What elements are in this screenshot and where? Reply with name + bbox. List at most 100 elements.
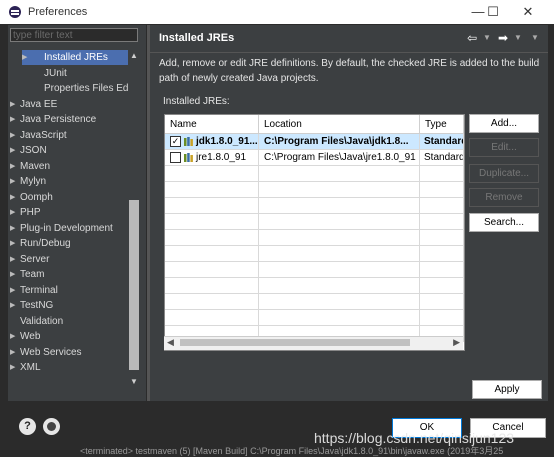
expand-arrow-icon[interactable]: ▶ <box>10 345 19 360</box>
column-header-type[interactable]: Type <box>420 115 464 134</box>
tree-item-label: Java EE <box>20 98 58 110</box>
page-header: Installed JREs ⇦ ▼ ➡ ▼ ▼ <box>150 25 548 53</box>
expand-arrow-icon[interactable]: ▶ <box>10 190 19 205</box>
tree-item[interactable]: ▶ Java EE <box>10 97 128 112</box>
help-icon[interactable]: ? <box>19 418 36 435</box>
remove-button[interactable]: Remove <box>469 188 539 207</box>
tree-item[interactable]: ▶ PHP <box>10 205 128 220</box>
empty-cell <box>165 246 259 261</box>
tree-item[interactable]: ▶ XML <box>10 360 128 375</box>
filter-input[interactable]: type filter text <box>10 28 138 42</box>
tree-item-label: Plug-in Development <box>20 222 113 234</box>
tree-item[interactable]: ▶ Run/Debug <box>10 236 128 251</box>
jre-location-cell: C:\Program Files\Java\jdk1.8... <box>259 134 420 149</box>
expand-arrow-icon[interactable]: ▶ <box>10 360 19 375</box>
expand-arrow-icon[interactable]: ▶ <box>10 159 19 174</box>
tree-item[interactable]: ▶ Maven <box>10 159 128 174</box>
tree-item[interactable]: ▶ Installed JREs <box>22 50 128 65</box>
expand-arrow-icon[interactable]: ▶ <box>10 252 19 267</box>
empty-cell <box>259 182 420 197</box>
back-menu-icon[interactable]: ▼ <box>483 33 491 42</box>
tree-item-label: Web Services <box>20 346 82 358</box>
empty-table-row <box>165 294 464 310</box>
tree-item[interactable]: ▶ Oomph <box>10 190 128 205</box>
empty-cell <box>420 182 464 197</box>
tree-item-label: Run/Debug <box>20 238 71 249</box>
tree-scroll-thumb[interactable] <box>129 200 139 370</box>
tree-item[interactable]: Properties Files Ed <box>22 81 128 96</box>
tree-item[interactable]: ▶ Mylyn <box>10 174 128 189</box>
page-menu-icon[interactable]: ▼ <box>531 33 539 42</box>
tree-item[interactable]: ▶ Team <box>10 267 128 282</box>
jre-name-cell: ✓ jdk1.8.0_91... <box>165 134 259 149</box>
search-button[interactable]: Search... <box>469 213 539 232</box>
installed-jres-label: Installed JREs: <box>163 96 230 107</box>
tree-item[interactable]: ▶ Plug-in Development <box>10 221 128 236</box>
empty-cell <box>420 310 464 325</box>
tree-item-label: Java Persistence <box>20 114 97 125</box>
expand-arrow-icon[interactable]: ▶ <box>10 221 19 236</box>
title-bar: Preferences — ☐ ✕ <box>0 0 554 24</box>
tree-item[interactable]: JUnit <box>22 66 128 81</box>
column-header-name[interactable]: Name <box>165 115 259 134</box>
tree-item[interactable]: ▶ Web Services <box>10 345 128 360</box>
tree-item[interactable]: Validation <box>10 314 128 329</box>
scroll-right-icon[interactable]: ▶ <box>453 337 460 348</box>
tree-item[interactable]: ▶ Web <box>10 329 128 344</box>
apply-button[interactable]: Apply <box>472 380 542 399</box>
jre-checkbox[interactable]: ✓ <box>170 136 181 147</box>
tree-item-label: Terminal <box>20 284 58 296</box>
tree-item[interactable]: ▶ JavaScript <box>10 128 128 143</box>
tree-item[interactable]: ▶ Terminal <box>10 283 128 298</box>
expand-arrow-icon[interactable]: ▶ <box>10 174 19 189</box>
empty-table-row <box>165 310 464 326</box>
table-row[interactable]: jre1.8.0_91 C:\Program Files\Java\jre1.8.… <box>165 150 464 166</box>
tree-item-label: Validation <box>20 315 64 327</box>
expand-arrow-icon[interactable]: ▶ <box>10 283 19 298</box>
tree-item[interactable]: ▶ TestNG <box>10 298 128 313</box>
expand-arrow-icon[interactable]: ▶ <box>10 236 19 251</box>
scroll-down-icon[interactable]: ▼ <box>128 376 140 388</box>
empty-cell <box>165 294 259 309</box>
jre-type-cell: Standard <box>420 134 464 149</box>
expand-arrow-icon[interactable]: ▶ <box>10 112 19 127</box>
forward-arrow-icon[interactable]: ➡ <box>498 31 508 45</box>
add-button[interactable]: Add... <box>469 114 539 133</box>
empty-cell <box>165 310 259 325</box>
tree-item[interactable]: ▶ JSON <box>10 143 128 158</box>
forward-menu-icon[interactable]: ▼ <box>514 33 522 42</box>
tree-horizontal-scrollbar[interactable] <box>8 391 146 401</box>
tree-item[interactable]: ▶ Java Persistence <box>10 112 128 127</box>
close-button[interactable]: ✕ <box>510 0 546 24</box>
column-header-location[interactable]: Location <box>259 115 420 134</box>
expand-arrow-icon[interactable]: ▶ <box>10 329 19 344</box>
expand-arrow-icon[interactable]: ▶ <box>22 50 31 65</box>
expand-arrow-icon[interactable]: ▶ <box>10 143 19 158</box>
jre-checkbox[interactable] <box>170 152 181 163</box>
empty-cell <box>259 246 420 261</box>
empty-cell <box>420 230 464 245</box>
expand-arrow-icon[interactable]: ▶ <box>10 97 19 112</box>
jre-table[interactable]: Name Location Type ✓ jdk1.8.0_91... C:\Pro… <box>164 114 465 351</box>
table-scroll-thumb[interactable] <box>180 339 410 346</box>
scroll-left-icon[interactable]: ◀ <box>167 337 174 348</box>
maximize-button[interactable]: ☐ <box>475 0 511 24</box>
empty-table-row <box>165 166 464 182</box>
watermark-text: https://blog.csdn.net/qinsijun123 <box>314 430 515 446</box>
expand-arrow-icon[interactable]: ▶ <box>10 205 19 220</box>
duplicate-button[interactable]: Duplicate... <box>469 164 539 183</box>
table-row[interactable]: ✓ jdk1.8.0_91... C:\Program Files\Java\jdk… <box>165 134 464 150</box>
expand-arrow-icon[interactable]: ▶ <box>10 298 19 313</box>
empty-cell <box>420 294 464 309</box>
expand-arrow-icon[interactable]: ▶ <box>10 128 19 143</box>
scroll-up-icon[interactable]: ▲ <box>128 50 140 62</box>
tree-item[interactable]: ▶ Server <box>10 252 128 267</box>
import-export-icon[interactable] <box>43 418 60 435</box>
empty-cell <box>259 262 420 277</box>
back-arrow-icon[interactable]: ⇦ <box>467 31 477 45</box>
tree-item-label: Installed JREs <box>44 52 108 63</box>
empty-cell <box>259 166 420 181</box>
empty-table-row <box>165 278 464 294</box>
edit-button[interactable]: Edit... <box>469 138 539 157</box>
expand-arrow-icon[interactable]: ▶ <box>10 267 19 282</box>
